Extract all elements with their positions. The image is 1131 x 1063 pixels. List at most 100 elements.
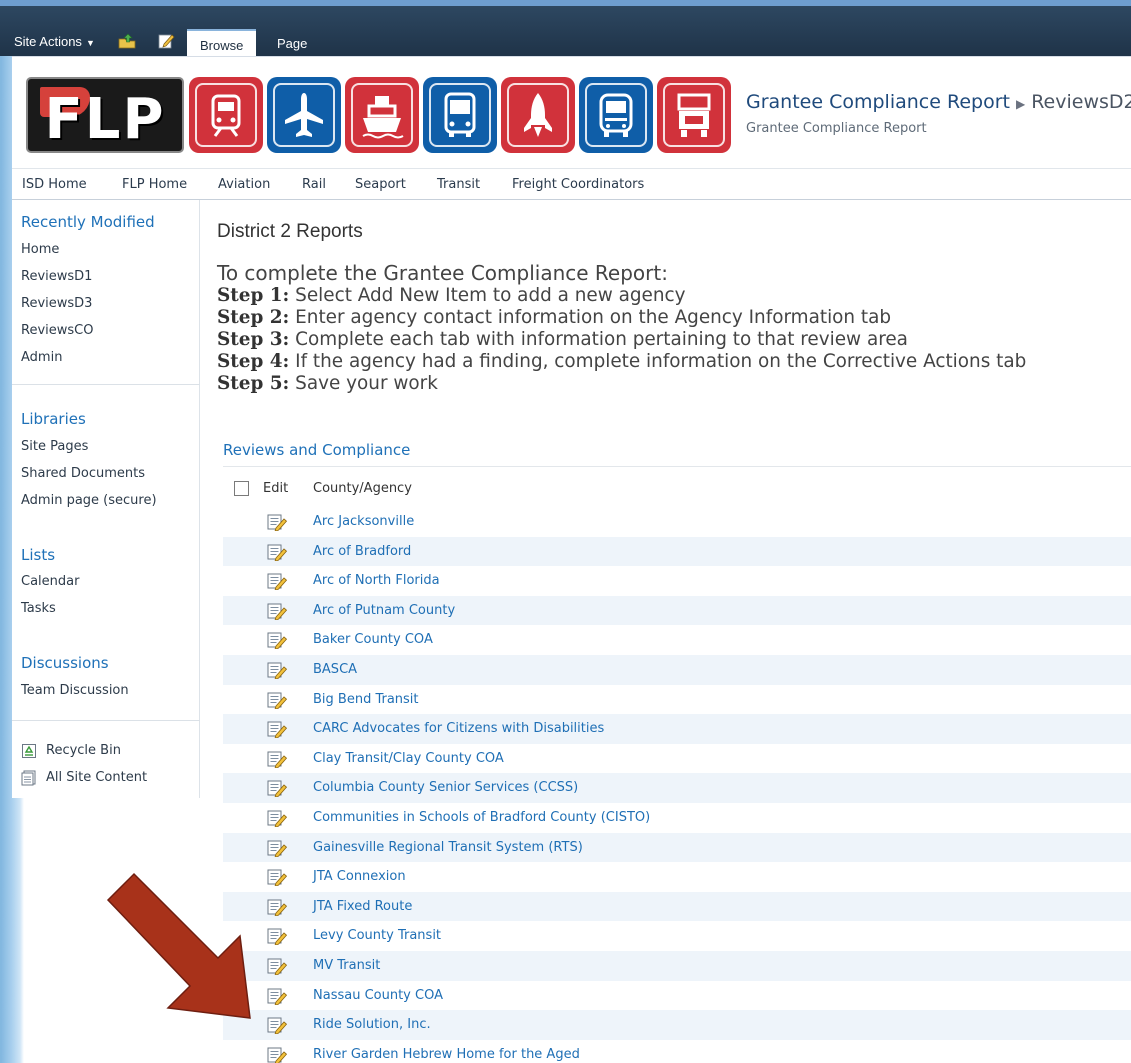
ql-item-reviewsco[interactable]: ReviewsCO	[21, 323, 93, 338]
step-5: Step 5: Save your work	[217, 373, 1127, 395]
edit-item-icon[interactable]	[267, 632, 288, 651]
agency-link[interactable]: Communities in Schools of Bradford Count…	[313, 810, 650, 825]
step-label: Step 4:	[217, 351, 290, 372]
flp-logo[interactable]: FLP	[26, 77, 184, 153]
ql-item-recycle-bin[interactable]: Recycle Bin	[46, 743, 121, 758]
table-row: JTA Connexion	[223, 862, 1131, 892]
step-2: Step 2: Enter agency contact information…	[217, 307, 1127, 329]
tab-page[interactable]: Page	[264, 29, 320, 56]
table-row: CARC Advocates for Citizens with Disabil…	[223, 714, 1131, 744]
edit-item-icon[interactable]	[267, 603, 288, 621]
site-actions-menu[interactable]: Site Actions ▼	[14, 34, 95, 49]
ql-item-tasks[interactable]: Tasks	[21, 601, 56, 616]
agency-link[interactable]: CARC Advocates for Citizens with Disabil…	[313, 721, 604, 736]
agency-link[interactable]: MV Transit	[313, 958, 380, 973]
ql-item-calendar[interactable]: Calendar	[21, 574, 79, 589]
webpart-title-reviews[interactable]: Reviews and Compliance	[223, 441, 410, 459]
table-row: Arc of North Florida	[223, 566, 1131, 596]
edit-item-icon[interactable]	[267, 544, 288, 562]
column-header-edit: Edit	[263, 481, 289, 496]
edit-item-icon[interactable]	[267, 899, 288, 917]
edit-page-icon[interactable]	[158, 33, 176, 49]
ql-item-reviewsd1[interactable]: ReviewsD1	[21, 269, 92, 284]
edit-item-icon[interactable]	[267, 573, 288, 591]
table-row: River Garden Hebrew Home for the Aged	[223, 1040, 1131, 1063]
edit-item-icon[interactable]	[267, 840, 288, 858]
transit-bus-icon	[423, 77, 497, 153]
nav-flp-home[interactable]: FLP Home	[122, 177, 187, 192]
edit-item-icon[interactable]	[267, 662, 288, 680]
edit-item-icon[interactable]	[267, 721, 288, 739]
edit-item-icon[interactable]	[267, 958, 288, 976]
aviation-icon	[267, 77, 341, 153]
ql-heading-libraries[interactable]: Libraries	[21, 410, 86, 428]
seaport-icon	[345, 77, 419, 153]
agency-link[interactable]: Arc of North Florida	[313, 573, 440, 588]
table-row: Big Bend Transit	[223, 685, 1131, 715]
ql-item-site-pages[interactable]: Site Pages	[21, 439, 88, 454]
ql-heading-discussions[interactable]: Discussions	[21, 654, 109, 672]
ql-item-reviewsd3[interactable]: ReviewsD3	[21, 296, 92, 311]
agency-link[interactable]: Levy County Transit	[313, 928, 441, 943]
edit-item-icon[interactable]	[267, 692, 288, 710]
nav-isd-home[interactable]: ISD Home	[22, 177, 87, 192]
edit-item-icon[interactable]	[267, 780, 288, 799]
ql-item-admin-page-secure[interactable]: Admin page (secure)	[21, 493, 157, 508]
ql-item-admin[interactable]: Admin	[21, 350, 62, 365]
agency-link[interactable]: Big Bend Transit	[313, 692, 419, 707]
agency-link[interactable]: Arc of Bradford	[313, 544, 411, 559]
step-text: Enter agency contact information on the …	[289, 307, 892, 328]
edit-item-icon[interactable]	[267, 928, 288, 947]
table-row: JTA Fixed Route	[223, 891, 1131, 922]
agency-link[interactable]: Clay Transit/Clay County COA	[313, 751, 504, 766]
step-label: Step 1:	[217, 285, 290, 306]
ql-heading-lists[interactable]: Lists	[21, 546, 55, 564]
edit-item-icon[interactable]	[267, 810, 288, 828]
edit-item-icon[interactable]	[267, 514, 288, 532]
select-all-checkbox[interactable]	[234, 481, 249, 496]
step-text: Save your work	[289, 373, 438, 394]
table-row: Arc of Putnam County	[223, 595, 1131, 626]
ql-divider	[12, 384, 200, 385]
breadcrumb-parent-link[interactable]: Grantee Compliance Report	[746, 91, 1010, 113]
all-site-content-icon	[21, 770, 36, 786]
ribbon-bar: Site Actions ▼ Browse Page	[0, 0, 1131, 56]
ql-item-all-site-content[interactable]: All Site Content	[46, 770, 147, 785]
agency-link[interactable]: Gainesville Regional Transit System (RTS…	[313, 840, 583, 855]
nav-transit[interactable]: Transit	[437, 177, 480, 192]
agency-link[interactable]: Arc of Putnam County	[313, 603, 455, 618]
table-row: BASCA	[223, 654, 1131, 685]
edit-item-icon[interactable]	[267, 1017, 288, 1035]
agency-link[interactable]: Columbia County Senior Services (CCSS)	[313, 780, 578, 795]
table-row: Levy County Transit	[223, 921, 1131, 951]
ql-item-home[interactable]: Home	[21, 242, 59, 257]
agency-link[interactable]: JTA Fixed Route	[313, 899, 412, 914]
ql-item-team-discussion[interactable]: Team Discussion	[21, 683, 129, 698]
commuter-bus-icon	[579, 77, 653, 153]
navigate-up-icon[interactable]	[118, 33, 136, 49]
nav-rail[interactable]: Rail	[302, 177, 326, 192]
nav-seaport[interactable]: Seaport	[355, 177, 406, 192]
agency-link[interactable]: Ride Solution, Inc.	[313, 1017, 431, 1032]
agency-link[interactable]: Nassau County COA	[313, 988, 443, 1003]
spaceport-icon	[501, 77, 575, 153]
agency-link[interactable]: Arc Jacksonville	[313, 514, 414, 529]
table-row: Arc of Bradford	[223, 536, 1131, 567]
nav-freight-coordinators[interactable]: Freight Coordinators	[512, 177, 644, 192]
ql-heading-recently-modified[interactable]: Recently Modified	[21, 213, 155, 231]
agency-link[interactable]: JTA Connexion	[313, 869, 406, 884]
edit-item-icon[interactable]	[267, 988, 288, 1006]
page-title: District 2 Reports	[217, 221, 363, 242]
freight-truck-icon	[657, 77, 731, 153]
table-row: Ride Solution, Inc.	[223, 1010, 1131, 1040]
tab-browse[interactable]: Browse	[187, 29, 257, 56]
agency-link[interactable]: BASCA	[313, 662, 357, 677]
ql-item-shared-documents[interactable]: Shared Documents	[21, 466, 145, 481]
edit-item-icon[interactable]	[267, 751, 288, 769]
agency-link[interactable]: Baker County COA	[313, 632, 433, 647]
edit-item-icon[interactable]	[267, 869, 288, 887]
nav-aviation[interactable]: Aviation	[218, 177, 270, 192]
edit-item-icon[interactable]	[267, 1047, 288, 1063]
agency-link[interactable]: River Garden Hebrew Home for the Aged	[313, 1047, 580, 1062]
column-header-county-agency[interactable]: County/Agency	[313, 481, 412, 496]
